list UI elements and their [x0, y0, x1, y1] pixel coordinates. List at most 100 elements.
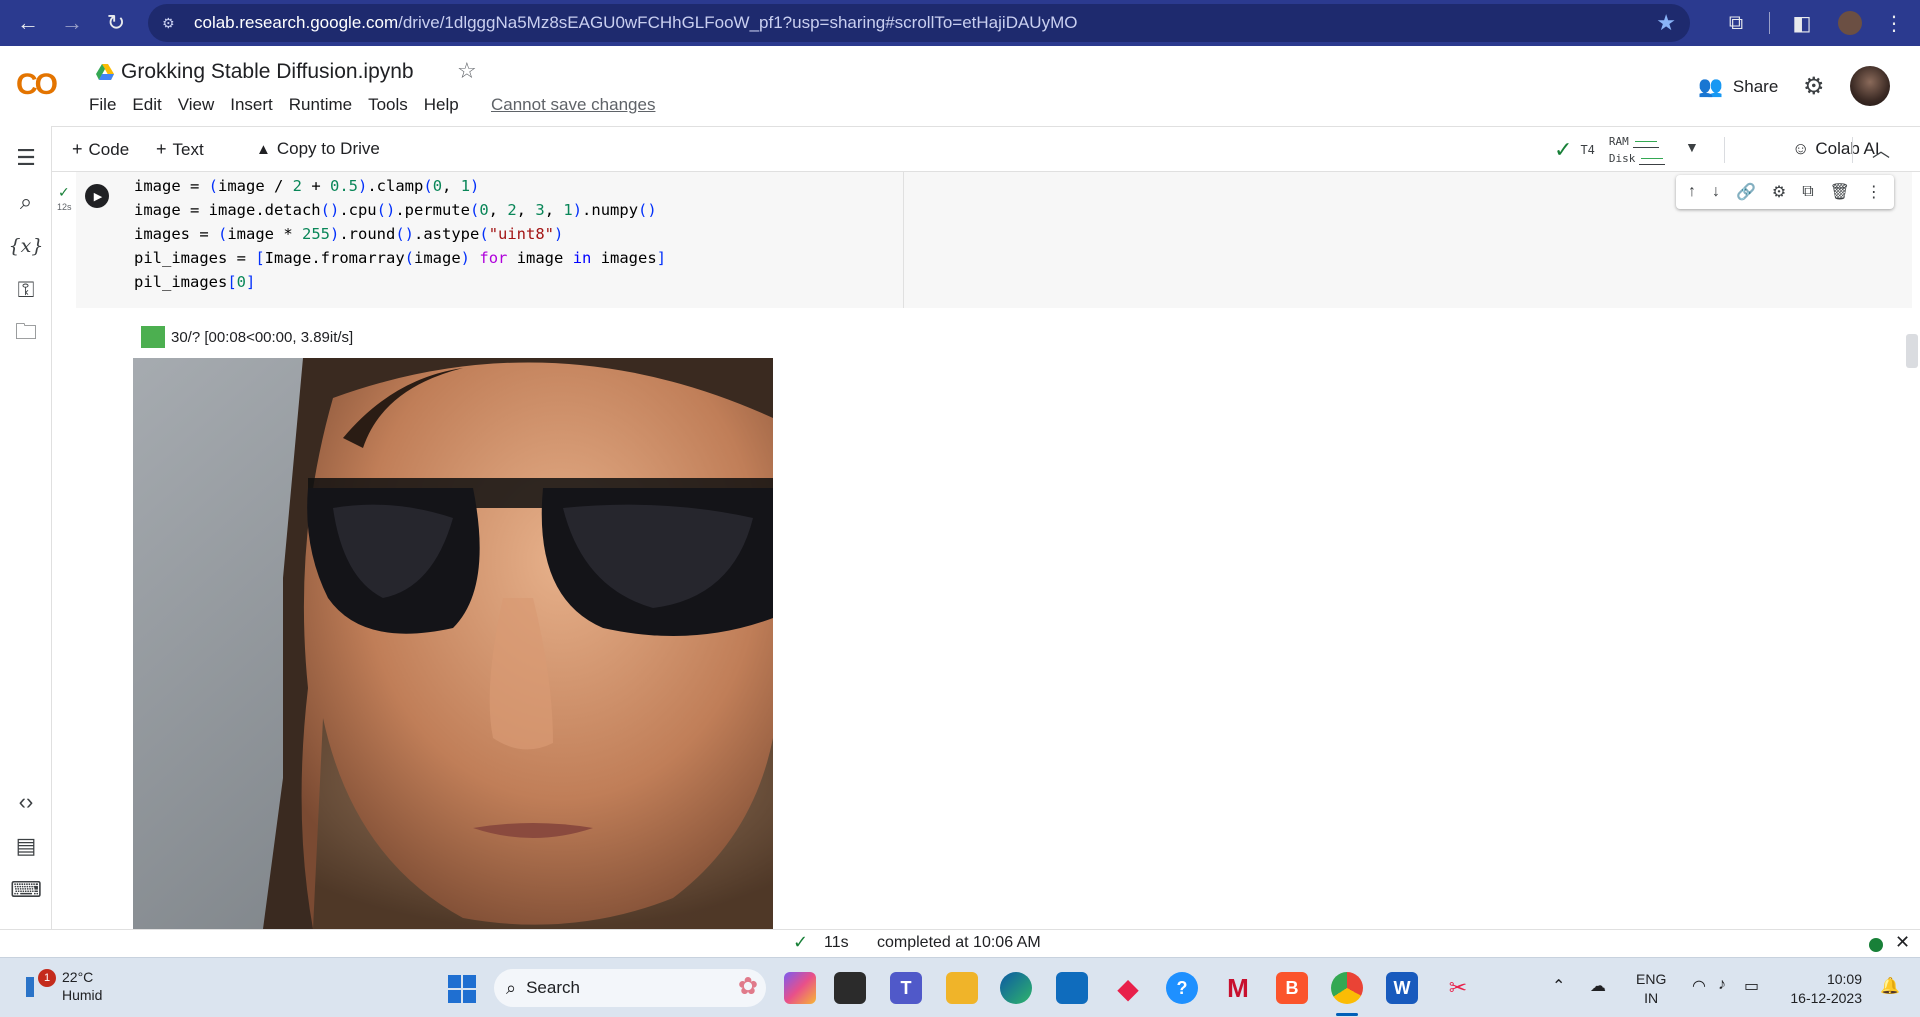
add-text-label: Text	[172, 140, 204, 159]
profile-avatar-icon[interactable]	[1832, 0, 1868, 46]
language-indicator[interactable]: ENG IN	[1636, 970, 1666, 1008]
cell-gutter: ✓ 12s ▶	[57, 172, 128, 308]
delete-icon[interactable]: 🗑	[1830, 182, 1850, 202]
menu-runtime[interactable]: Runtime	[289, 95, 352, 115]
back-arrow-icon[interactable]: ←	[8, 3, 48, 43]
secrets-key-icon[interactable]: ⚿	[10, 274, 42, 306]
address-bar[interactable]: ⚙ colab.research.google.com/drive/1dlggg…	[148, 4, 1690, 42]
collapse-header-icon[interactable]: ︿	[1872, 137, 1890, 163]
code-cell[interactable]: ✓ 12s ▶ image = (image / 2 + 0.5).clamp(…	[57, 172, 1912, 308]
ram-label: RAM	[1608, 135, 1629, 148]
show-hidden-icons[interactable]: ⌃	[1552, 976, 1565, 996]
notebook-toolbar: + Code + Text ▲ Copy to Drive ✓ T4 RAM Disk…	[52, 126, 1920, 172]
variables-icon[interactable]: {x}	[9, 230, 44, 262]
run-cell-button[interactable]: ▶	[85, 184, 109, 208]
copy-to-drive-button[interactable]: ▲ Copy to Drive	[256, 139, 380, 159]
user-avatar[interactable]	[1850, 66, 1890, 106]
move-down-icon[interactable]: ↓	[1712, 183, 1720, 201]
colab-ai-icon: ☺	[1792, 139, 1810, 158]
star-notebook-icon[interactable]: ☆	[457, 58, 477, 84]
help-icon[interactable]: ?	[1166, 972, 1198, 1004]
search-icon[interactable]: ⌕	[10, 186, 42, 218]
colab-ai-button[interactable]: ☺ Colab AI	[1792, 139, 1880, 159]
extensions-icon[interactable]: ⧉	[1718, 0, 1754, 46]
edge-icon[interactable]	[1000, 972, 1032, 1004]
snipping-tool-icon[interactable]: ✂	[1442, 972, 1474, 1004]
taskbar-search-label: Search	[526, 978, 580, 997]
portrait-illustration	[133, 358, 773, 929]
menu-tools[interactable]: Tools	[368, 95, 408, 115]
add-text-button[interactable]: + Text	[156, 139, 204, 160]
share-button[interactable]: 👥 Share	[1698, 74, 1778, 99]
brave-icon[interactable]: B	[1276, 972, 1308, 1004]
progress-indicator: 30/? [00:08<00:00, 3.89it/s]	[141, 326, 353, 348]
copilot-icon[interactable]	[784, 972, 816, 1004]
notifications-bell-icon[interactable]: 🔔	[1880, 976, 1900, 996]
runtime-dropdown-icon[interactable]: ▼	[1685, 139, 1699, 155]
app-diamond-icon[interactable]: ◆	[1112, 972, 1144, 1004]
menu-view[interactable]: View	[178, 95, 215, 115]
taskbar-search[interactable]: ⌕ Search ✿	[494, 969, 766, 1007]
chrome-icon[interactable]	[1331, 972, 1363, 1004]
bookmark-star-icon[interactable]: ★	[1656, 10, 1676, 36]
onedrive-icon[interactable]: ☁	[1590, 976, 1606, 996]
windows-start-icon[interactable]	[448, 975, 476, 1003]
command-palette-icon[interactable]: ▤	[10, 830, 42, 862]
ram-sparkline	[1632, 136, 1659, 148]
drive-icon: ▲	[256, 141, 271, 158]
files-folder-icon[interactable]: 🗀	[10, 318, 42, 350]
forward-arrow-icon[interactable]: →	[52, 3, 92, 43]
side-panel-icon[interactable]: ◧	[1784, 0, 1820, 46]
menu-help[interactable]: Help	[424, 95, 459, 115]
system-clock[interactable]: 10:09 16-12-2023	[1786, 970, 1862, 1008]
search-icon: ⌕	[506, 977, 517, 998]
terminal-icon[interactable]: ⌨	[10, 874, 42, 906]
store-icon[interactable]	[1056, 972, 1088, 1004]
word-icon[interactable]: W	[1386, 972, 1418, 1004]
reload-icon[interactable]: ↻	[96, 3, 136, 43]
cell-toolbar: ↑ ↓ 🔗 ⚙ ⧉ 🗑 ⋮	[1676, 175, 1894, 209]
add-code-button[interactable]: + Code	[72, 139, 129, 160]
browser-toolbar: ← → ↻ ⚙ colab.research.google.com/drive/…	[0, 0, 1920, 46]
settings-gear-icon[interactable]: ⚙	[1803, 72, 1825, 101]
copy-to-drive-label: Copy to Drive	[276, 139, 380, 158]
notebook-area: ✓ 12s ▶ image = (image / 2 + 0.5).clamp(…	[52, 172, 1920, 929]
cannot-save-link[interactable]: Cannot save changes	[491, 95, 655, 115]
google-drive-icon	[96, 64, 114, 80]
move-up-icon[interactable]: ↑	[1688, 183, 1696, 201]
mcafee-icon[interactable]: M	[1222, 972, 1254, 1004]
browser-menu-icon[interactable]: ⋮	[1876, 0, 1912, 46]
plus-icon: +	[72, 139, 83, 159]
volume-icon[interactable]: ♪	[1718, 976, 1726, 994]
code-line-1: image = (image / 2 + 0.5).clamp(0, 1)	[134, 177, 480, 195]
active-app-indicator	[1336, 1013, 1358, 1016]
lang-region: IN	[1644, 990, 1659, 1006]
notebook-title[interactable]: Grokking Stable Diffusion.ipynb	[121, 60, 414, 84]
menu-insert[interactable]: Insert	[230, 95, 273, 115]
code-text[interactable]: image = (image / 2 + 0.5).clamp(0, 1) im…	[134, 174, 666, 294]
notebook-scrollbar[interactable]	[1906, 334, 1918, 368]
close-status-icon[interactable]: ✕	[1895, 932, 1910, 953]
table-of-contents-icon[interactable]: ☰	[10, 142, 42, 174]
battery-icon[interactable]: ▭	[1744, 976, 1759, 996]
file-explorer-icon[interactable]	[946, 972, 978, 1004]
lang-code: ENG	[1636, 971, 1667, 987]
teams-icon[interactable]: T	[890, 972, 922, 1004]
colab-logo[interactable]: CO	[16, 68, 58, 102]
task-view-icon[interactable]	[834, 972, 866, 1004]
colab-logo-text: CO	[16, 68, 58, 101]
status-bar: ✓ 11s completed at 10:06 AM ✕	[0, 929, 1920, 957]
wifi-icon[interactable]: ◠	[1692, 976, 1706, 996]
site-info-icon[interactable]: ⚙	[162, 15, 184, 32]
menu-edit[interactable]: Edit	[132, 95, 161, 115]
cell-settings-icon[interactable]: ⚙	[1772, 182, 1786, 202]
code-line-4: pil_images = [Image.fromarray(image) for…	[134, 249, 667, 267]
code-snippets-icon[interactable]: ‹›	[10, 786, 42, 818]
notification-badge: 1	[38, 968, 56, 987]
more-icon[interactable]: ⋮	[1866, 182, 1882, 202]
mirror-cell-icon[interactable]: ⧉	[1802, 183, 1813, 201]
menu-file[interactable]: File	[89, 95, 116, 115]
runtime-status[interactable]: ✓ T4 RAM Disk	[1554, 133, 1666, 167]
weather-widget[interactable]: 1 22°C Humid	[22, 968, 102, 1003]
link-icon[interactable]: 🔗	[1736, 182, 1756, 202]
